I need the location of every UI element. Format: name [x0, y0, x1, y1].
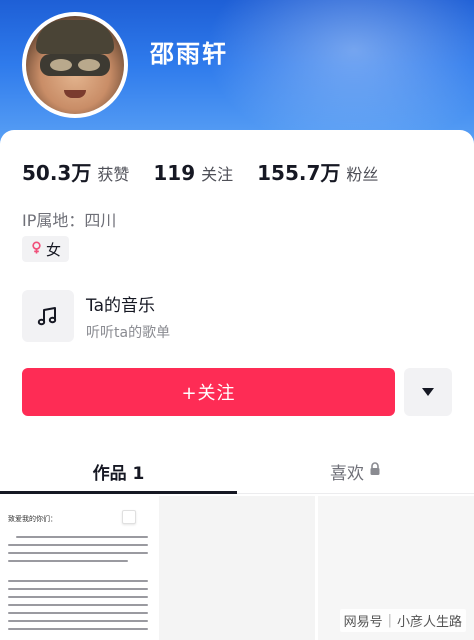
- tab-works-label: 作品 1: [92, 463, 145, 484]
- stat-following-value: 119: [153, 161, 196, 185]
- triangle-down-icon: [422, 388, 434, 396]
- doc-line: [8, 604, 148, 606]
- watermark-separator: |: [387, 613, 392, 628]
- doc-line: [8, 612, 148, 614]
- watermark-left: 网易号: [343, 615, 383, 630]
- more-options-button[interactable]: [404, 368, 452, 416]
- profile-name: 邵雨轩: [150, 40, 228, 68]
- doc-line: [8, 544, 148, 546]
- content-tabs: 作品 1 喜欢: [0, 448, 474, 494]
- stat-likes[interactable]: 50.3万 获赞: [22, 157, 129, 186]
- gender-label: 女: [46, 240, 62, 259]
- avatar-photo: [26, 16, 124, 114]
- music-entry[interactable]: Ta的音乐 听听ta的歌单: [22, 290, 170, 342]
- follow-button[interactable]: +关注: [22, 368, 395, 416]
- doc-line: [8, 620, 148, 622]
- doc-line: [8, 596, 148, 598]
- avatar-eye-left: [50, 59, 72, 71]
- watermark-right: 小彦人生路: [396, 615, 462, 630]
- gender-badge: 女: [22, 236, 70, 262]
- avatar-eye-right: [78, 59, 100, 71]
- avatar-hat: [36, 20, 114, 54]
- avatar[interactable]: [22, 12, 128, 118]
- work-thumbnail-blank: [159, 496, 315, 640]
- stat-followers-label: 粉丝: [346, 165, 379, 184]
- music-subtitle: 听听ta的歌单: [86, 324, 171, 341]
- stat-likes-label: 获赞: [97, 165, 130, 184]
- stat-followers-value: 155.7万: [257, 161, 341, 185]
- tab-works[interactable]: 作品 1: [0, 448, 237, 494]
- stat-following[interactable]: 119 关注: [153, 161, 233, 185]
- tab-likes-label: 喜欢: [330, 463, 364, 484]
- stat-followers[interactable]: 155.7万 粉丝: [257, 157, 378, 186]
- source-watermark: 网易号 | 小彦人生路: [339, 609, 466, 632]
- female-icon: [30, 240, 43, 258]
- active-tab-indicator: [0, 491, 237, 494]
- bookmark-icon: [122, 510, 136, 524]
- stat-following-label: 关注: [201, 165, 234, 184]
- header-glow: [194, 0, 474, 145]
- music-title: Ta的音乐: [86, 295, 155, 316]
- doc-line: [8, 580, 148, 582]
- work-thumbnail[interactable]: 致爱我的你们：: [0, 496, 156, 640]
- doc-line: [8, 552, 148, 554]
- music-texts: Ta的音乐 听听ta的歌单: [86, 291, 170, 342]
- tab-likes[interactable]: 喜欢: [237, 448, 474, 494]
- thumbnail-heading: 致爱我的你们：: [8, 515, 57, 523]
- profile-card: 50.3万 获赞 119 关注 155.7万 粉丝 IP属地：四川 女 Ta的音…: [0, 130, 474, 640]
- doc-line: [16, 536, 148, 538]
- doc-line: [8, 628, 148, 630]
- profile-header: 邵雨轩: [0, 0, 474, 145]
- ip-location: IP属地：四川: [22, 211, 117, 230]
- avatar-mouth: [64, 90, 86, 98]
- stat-likes-value: 50.3万: [22, 161, 92, 185]
- doc-line: [8, 560, 128, 562]
- doc-line: [8, 588, 148, 590]
- music-note-icon: [22, 290, 74, 342]
- stats-row: 50.3万 获赞 119 关注 155.7万 粉丝: [22, 157, 402, 186]
- lock-icon: [369, 461, 381, 481]
